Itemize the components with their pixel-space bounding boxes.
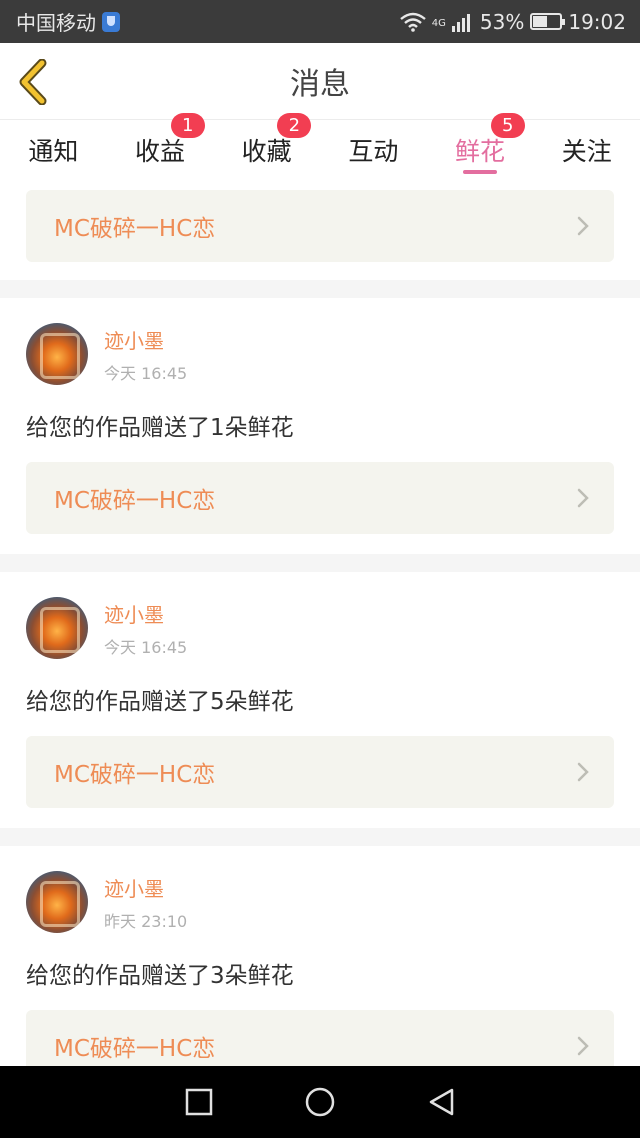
active-tab-indicator xyxy=(463,170,498,174)
unread-badge: 2 xyxy=(277,113,312,138)
user-meta: 迹小墨 今天 16:45 xyxy=(104,599,187,658)
user-meta: 迹小墨 今天 16:45 xyxy=(104,325,187,384)
tab-follows[interactable]: 关注 xyxy=(533,120,640,180)
chevron-right-icon xyxy=(577,488,589,508)
network-type-label: 4G xyxy=(431,17,446,29)
recents-square-icon[interactable] xyxy=(185,1088,213,1116)
avatar[interactable] xyxy=(26,871,88,933)
carrier-label: 中国移动 xyxy=(16,11,96,35)
tab-label: 通知 xyxy=(28,137,79,166)
tab-interactions[interactable]: 互动 xyxy=(320,120,427,180)
battery-percent: 53% xyxy=(479,9,525,34)
divider xyxy=(0,280,640,298)
tab-label: 鲜花 xyxy=(455,137,506,166)
tab-bar: 通知 收益 1 收藏 2 互动 鲜花 5 关注 xyxy=(0,113,640,180)
user-name[interactable]: 迹小墨 xyxy=(104,599,187,628)
work-title: MC破碎一HC恋 xyxy=(54,216,216,242)
wifi-icon xyxy=(400,12,426,32)
divider xyxy=(0,828,640,846)
tab-notifications[interactable]: 通知 xyxy=(0,120,107,180)
message-card: MC破碎一HC恋 xyxy=(0,180,640,280)
back-arrow-icon[interactable] xyxy=(14,59,54,105)
tab-label: 关注 xyxy=(561,137,612,166)
message-list[interactable]: MC破碎一HC恋 迹小墨 今天 16:45 给您的作品赠送了1朵鲜花 MC破碎一… xyxy=(0,180,640,1066)
status-bar: 中国移动 4G 53% 19:02 xyxy=(0,0,640,43)
status-right: 4G 53% 19:02 xyxy=(400,10,626,34)
work-title: MC破碎一HC恋 xyxy=(54,488,216,514)
tab-flowers[interactable]: 鲜花 5 xyxy=(427,113,534,180)
avatar[interactable] xyxy=(26,323,88,385)
tab-label: 收益 xyxy=(135,137,186,166)
signal-icon xyxy=(451,13,470,32)
message-text: 给您的作品赠送了1朵鲜花 xyxy=(26,415,294,441)
home-circle-icon[interactable] xyxy=(304,1086,336,1118)
status-left: 中国移动 xyxy=(16,7,120,36)
divider xyxy=(0,554,640,572)
tab-favorites[interactable]: 收藏 2 xyxy=(213,113,320,180)
work-title: MC破碎一HC恋 xyxy=(54,762,216,788)
chevron-right-icon xyxy=(577,762,589,782)
battery-fill xyxy=(533,16,548,27)
message-time: 今天 16:45 xyxy=(104,363,188,383)
unread-badge: 1 xyxy=(170,113,205,138)
tab-earnings[interactable]: 收益 1 xyxy=(107,113,214,180)
tab-label: 互动 xyxy=(348,137,399,166)
system-nav-bar xyxy=(0,1066,640,1138)
work-link[interactable]: MC破碎一HC恋 xyxy=(26,190,614,262)
message-header: 迹小墨 昨天 23:10 xyxy=(26,846,614,933)
message-header: 迹小墨 今天 16:45 xyxy=(26,572,614,659)
message-card: 迹小墨 昨天 23:10 给您的作品赠送了3朵鲜花 MC破碎一HC恋 xyxy=(0,846,640,1066)
battery-icon xyxy=(530,13,566,30)
clock: 19:02 xyxy=(568,9,626,34)
work-link[interactable]: MC破碎一HC恋 xyxy=(26,462,614,534)
message-card: 迹小墨 今天 16:45 给您的作品赠送了1朵鲜花 MC破碎一HC恋 xyxy=(0,298,640,554)
user-name[interactable]: 迹小墨 xyxy=(104,873,187,902)
message-time: 昨天 23:10 xyxy=(104,911,188,931)
shield-icon xyxy=(102,11,120,32)
page-title: 消息 xyxy=(290,67,350,102)
work-link[interactable]: MC破碎一HC恋 xyxy=(26,736,614,808)
message-card: 迹小墨 今天 16:45 给您的作品赠送了5朵鲜花 MC破碎一HC恋 xyxy=(0,572,640,828)
message-header: 迹小墨 今天 16:45 xyxy=(26,298,614,385)
back-triangle-icon[interactable] xyxy=(427,1087,455,1117)
tab-label: 收藏 xyxy=(241,137,292,166)
user-meta: 迹小墨 昨天 23:10 xyxy=(104,873,187,932)
user-name[interactable]: 迹小墨 xyxy=(104,325,187,354)
avatar[interactable] xyxy=(26,597,88,659)
message-text: 给您的作品赠送了5朵鲜花 xyxy=(26,689,294,715)
message-text: 给您的作品赠送了3朵鲜花 xyxy=(26,963,294,989)
work-title: MC破碎一HC恋 xyxy=(54,1036,216,1062)
work-link[interactable]: MC破碎一HC恋 xyxy=(26,1010,614,1066)
unread-badge: 5 xyxy=(490,113,525,138)
chevron-right-icon xyxy=(577,1036,589,1056)
chevron-right-icon xyxy=(577,216,589,236)
message-time: 今天 16:45 xyxy=(104,637,188,657)
app-header: 消息 xyxy=(0,43,640,120)
